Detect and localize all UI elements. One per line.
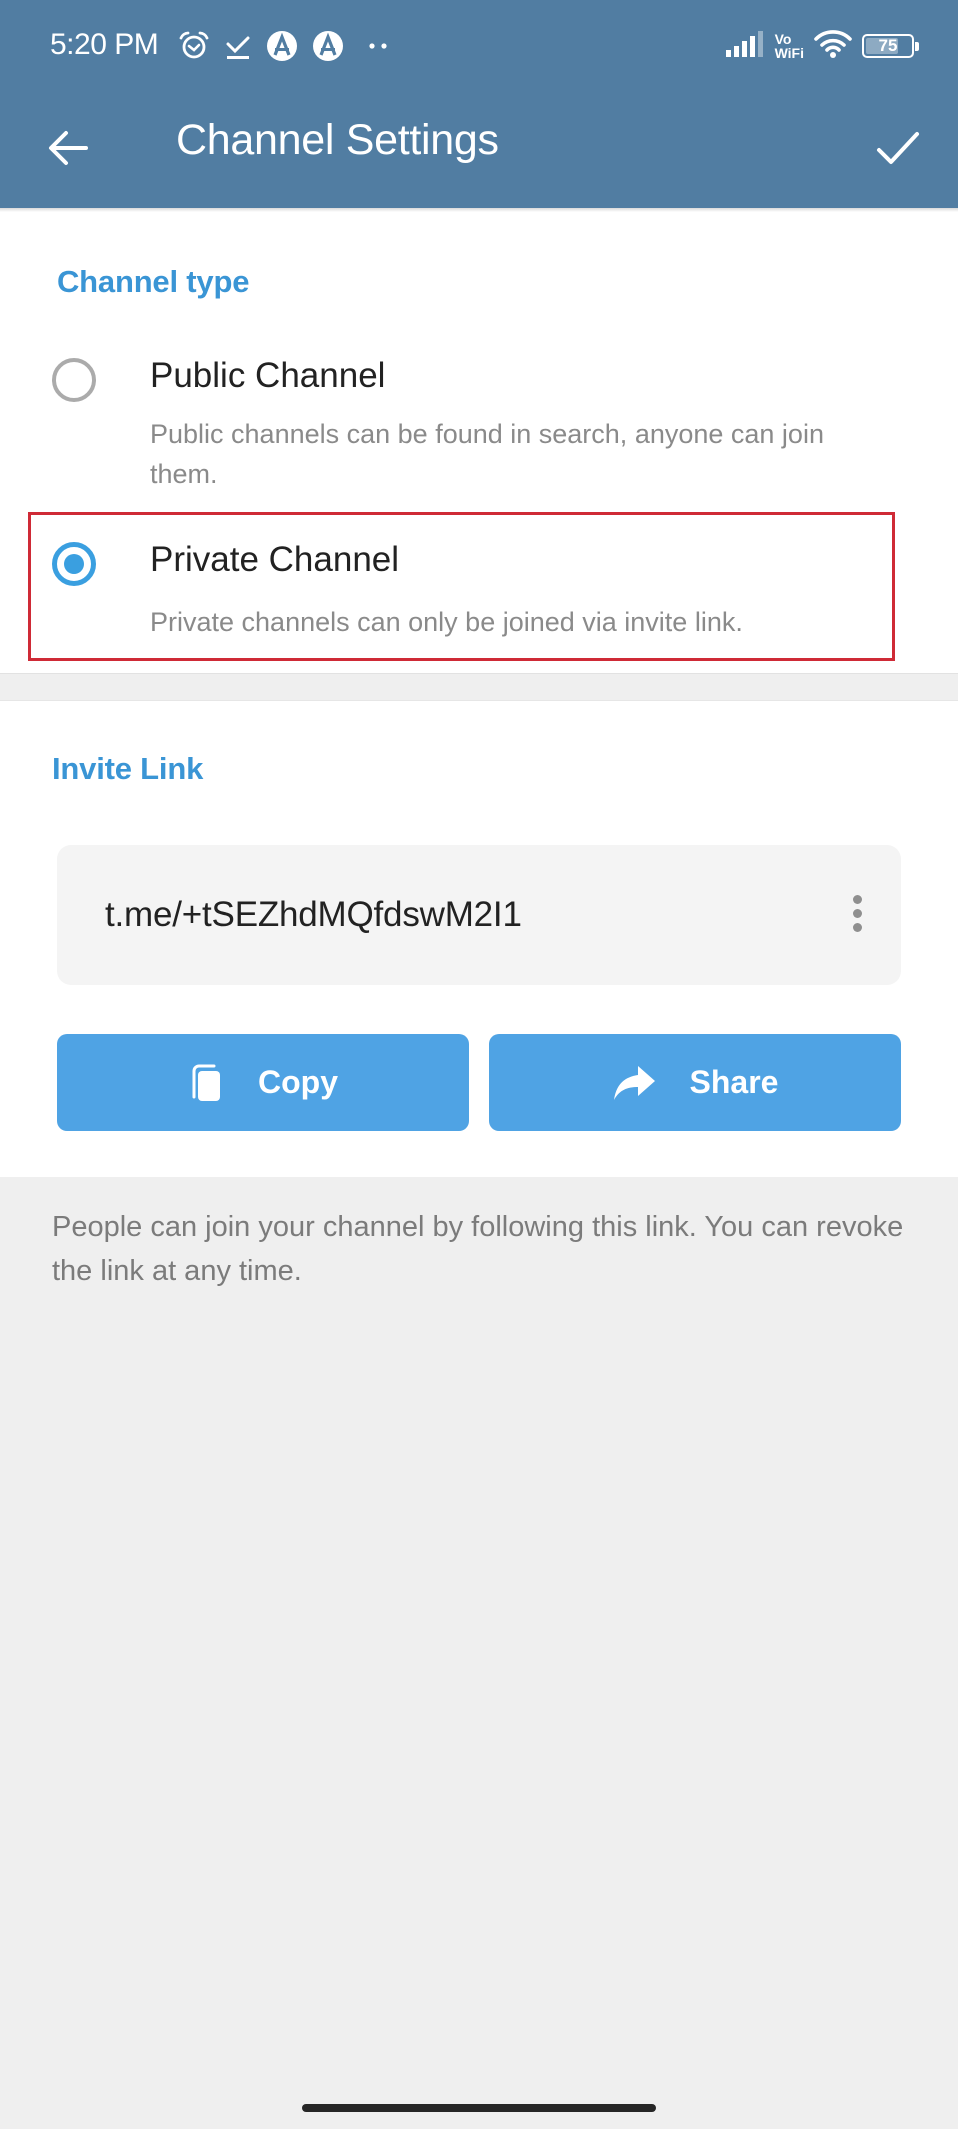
battery-indicator: 75	[862, 34, 919, 58]
download-done-icon	[224, 30, 252, 62]
radio-public-channel[interactable]: Public Channel Public channels can be fo…	[0, 328, 958, 489]
status-system-icons: Vo WiFi 75	[725, 28, 919, 64]
invite-link-header: Invite Link	[52, 751, 204, 786]
highlight-annotation-box	[28, 512, 895, 661]
done-button[interactable]	[868, 120, 928, 180]
more-options-button[interactable]	[841, 885, 873, 941]
invite-link-field[interactable]: t.me/+tSEZhdMQfdswM2I1	[57, 845, 901, 985]
more-vert-icon-dot	[852, 922, 862, 932]
arrow-left-icon	[46, 128, 90, 173]
section-divider	[0, 673, 958, 701]
app-a-icon	[266, 30, 298, 62]
alarm-icon	[178, 30, 210, 62]
app-a-icon	[312, 30, 344, 62]
battery-level: 75	[878, 36, 898, 55]
back-button[interactable]	[38, 120, 98, 180]
app-bar: 5:20 PM Vo WiFi 75 Channel Settings	[0, 0, 958, 208]
radio-button-unselected[interactable]	[52, 358, 96, 402]
signal-icon	[725, 30, 765, 63]
copy-button[interactable]: Copy	[57, 1034, 469, 1131]
channel-type-header: Channel type	[57, 264, 250, 299]
toolbar: Channel Settings	[0, 92, 958, 208]
copy-label: Copy	[258, 1064, 338, 1100]
more-vert-icon-dot	[852, 894, 862, 904]
option-description: Public channels can be found in search, …	[150, 419, 824, 489]
status-time: 5:20 PM	[50, 28, 159, 61]
more-vert-icon-dot	[852, 908, 862, 918]
home-indicator[interactable]	[302, 2104, 656, 2112]
invite-link-section: Invite Link t.me/+tSEZhdMQfdswM2I1 Copy …	[0, 701, 958, 1177]
share-button[interactable]: Share	[489, 1034, 901, 1131]
invite-link-note: People can join your channel by followin…	[52, 1211, 904, 1287]
check-icon	[875, 128, 921, 173]
invite-link-text[interactable]: t.me/+tSEZhdMQfdswM2I1	[105, 895, 522, 935]
more-dots-icon	[368, 40, 390, 52]
option-title: Public Channel	[150, 356, 386, 395]
share-arrow-icon	[612, 1064, 656, 1102]
page-title: Channel Settings	[176, 116, 499, 164]
vowifi-indicator: Vo WiFi	[774, 31, 804, 61]
wifi-icon	[814, 29, 852, 64]
status-bar: 5:20 PM Vo WiFi 75	[0, 0, 958, 92]
status-notification-icons	[178, 28, 390, 64]
battery-cap	[915, 42, 919, 51]
toolbar-shadow	[0, 208, 958, 212]
share-label: Share	[689, 1064, 779, 1100]
copy-icon	[188, 1063, 224, 1103]
